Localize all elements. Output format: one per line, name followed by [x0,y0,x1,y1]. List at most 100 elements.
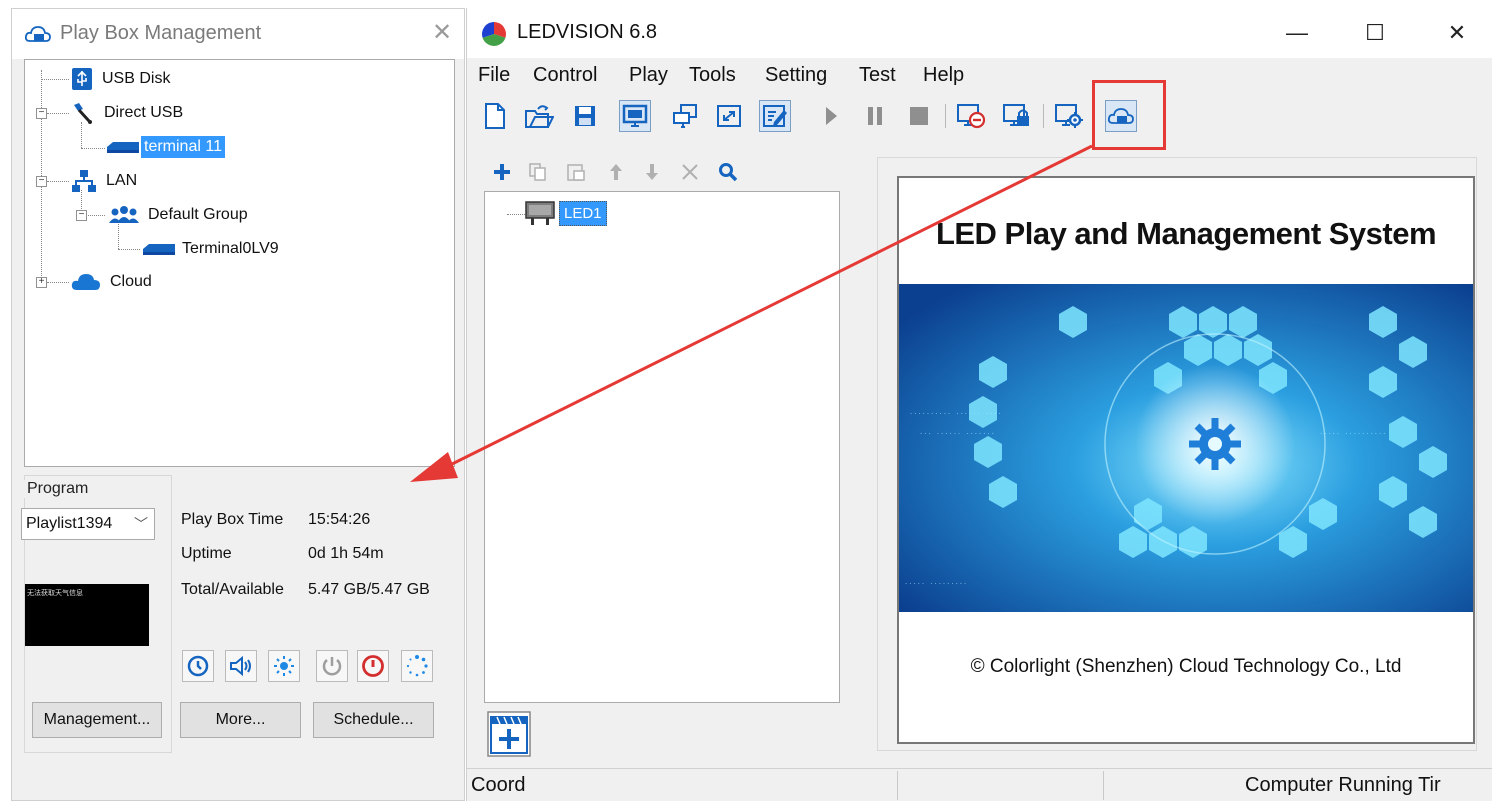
ledvision-window: LEDVISION 6.8 — ☐ ✕ File Control Play To… [466,8,1492,801]
stop-icon[interactable] [903,100,935,132]
tree-item-label: LAN [106,172,138,189]
close-icon[interactable]: ✕ [428,19,456,47]
uptime-label: Uptime [181,545,232,562]
play-box-time-value: 15:54:26 [308,511,371,528]
paste-icon[interactable] [563,158,589,186]
lock-screen-icon[interactable] [1001,100,1033,132]
storage-label: Total/Availablе [181,581,284,598]
tree-item-direct-usb[interactable]: Direct USB [71,99,186,127]
delete-icon[interactable] [677,158,703,186]
window-icon[interactable] [669,100,701,132]
tree-item-usb-disk[interactable]: USB Disk [71,65,173,93]
tree-item-label: Terminal0LV9 [182,240,279,257]
more-button[interactable]: More... [180,702,301,738]
add-program-icon[interactable] [487,711,531,757]
svg-text:.......... ...... ....: .......... ...... .... [909,408,1002,416]
screen-list[interactable]: LED1 [484,191,840,703]
usb-icon [72,68,92,90]
menu-bar: File Control Play Tools Setting Test Hel… [467,62,1492,92]
add-icon[interactable] [489,158,515,186]
status-divider [1103,771,1104,800]
power-off-icon[interactable] [357,650,389,682]
brightness-icon[interactable] [268,650,300,682]
new-file-icon[interactable] [479,100,511,132]
preview-text: 无法获取天气信息 [27,590,83,597]
screen-item-label: LED1 [559,200,607,226]
main-toolbar [467,96,1492,136]
svg-text:..... ..........: ..... .......... [1319,428,1386,436]
tree-line [47,181,69,182]
program-label: Program [23,480,93,498]
fullscreen-icon[interactable] [713,100,745,132]
coord-status: Coord [471,774,526,796]
close-screen-icon[interactable] [955,100,987,132]
cloud-box-icon [24,23,52,45]
network-icon [72,170,96,192]
window-title: Play Box Management [60,22,262,44]
play-box-time-label: Play Box Time [181,511,284,528]
screen-item-led1[interactable]: LED1 [525,200,607,226]
terminal-icon [107,142,139,153]
title-bar: Play Box Management ✕ [12,9,464,59]
group-icon [109,206,139,223]
minimize-button[interactable]: — [1277,18,1317,48]
tree-line [47,282,69,283]
power-icon[interactable] [316,650,348,682]
playlist-selected: Playlist1394 [26,515,113,532]
menu-help[interactable]: Help [923,64,964,87]
storage-value: 5.47 GB/5.47 GB [308,581,430,598]
menu-test[interactable]: Test [859,64,896,87]
copyright-text: © Colorlight (Shenzhen) Cloud Technology… [970,656,1402,677]
uptime-value: 0d 1h 54m [308,545,384,562]
close-button[interactable]: ✕ [1437,18,1477,48]
clock-icon[interactable] [182,650,214,682]
menu-setting[interactable]: Setting [765,64,827,87]
splash-panel: LED Play and Management System .........… [897,176,1475,744]
status-bar: Coord Computer Running Tir [467,768,1492,801]
tree-item-terminal-11[interactable]: terminal 11 [105,133,225,161]
open-icon[interactable] [523,100,555,132]
volume-icon[interactable] [225,650,257,682]
tree-item-label: terminal 11 [141,136,225,158]
title-bar: LEDVISION 6.8 — ☐ ✕ [467,8,1492,58]
collapse-toggle[interactable]: − [36,176,47,187]
tree-item-terminal-0lv9[interactable]: Terminal0LV9 [141,235,282,263]
search-icon[interactable] [715,158,741,186]
playlist-select[interactable]: Playlist1394 ﹀ [21,508,155,540]
tree-line [41,79,69,80]
device-tree[interactable]: − − − + USB Disk Direct USB terminal 11 … [24,59,455,467]
maximize-button[interactable]: ☐ [1355,18,1395,48]
menu-file[interactable]: File [478,64,510,87]
tree-line [47,113,69,114]
usb-plug-icon [74,103,92,124]
pause-icon[interactable] [859,100,891,132]
schedule-button[interactable]: Schedule... [313,702,434,738]
menu-play[interactable]: Play [629,64,668,87]
up-icon[interactable] [603,158,629,186]
screen-icon[interactable] [619,100,651,132]
save-icon[interactable] [569,100,601,132]
expand-toggle[interactable]: + [36,277,47,288]
toolbar-separator [945,104,946,128]
edit-icon[interactable] [759,100,791,132]
tree-item-label: Default Group [148,206,248,223]
play-icon[interactable] [815,100,847,132]
management-button[interactable]: Management... [32,702,162,738]
tree-item-default-group[interactable]: Default Group [107,201,251,229]
tree-item-cloud[interactable]: Cloud [71,268,155,296]
loading-icon[interactable] [401,650,433,682]
down-icon[interactable] [639,158,665,186]
menu-tools[interactable]: Tools [689,64,736,87]
status-divider [897,771,898,800]
tree-item-lan[interactable]: LAN [71,167,140,195]
led-screen-icon [525,201,555,225]
menu-control[interactable]: Control [533,64,597,87]
collapse-toggle[interactable]: − [36,108,47,119]
tree-line [118,249,140,250]
collapse-toggle[interactable]: − [76,210,87,221]
copy-icon[interactable] [525,158,551,186]
svg-text:..... .........: ..... ......... [904,578,967,586]
screen-toolbar [485,158,785,188]
cloud-icon [71,274,100,290]
screen-settings-icon[interactable] [1053,100,1085,132]
